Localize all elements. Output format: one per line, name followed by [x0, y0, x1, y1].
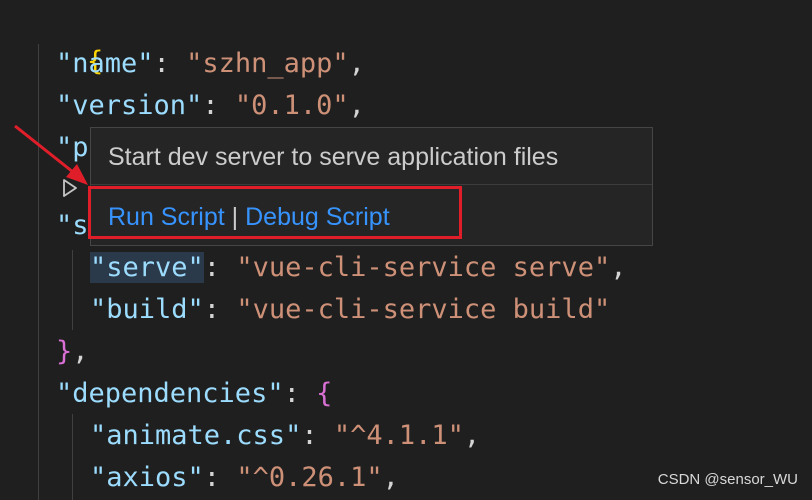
- colon: :: [301, 420, 318, 451]
- private-key-partial: "p: [56, 132, 89, 163]
- animate-key: "animate.css": [90, 420, 302, 451]
- version-value: "0.1.0": [234, 90, 349, 121]
- dependencies-open-brace: {: [316, 378, 333, 409]
- code-line-8: },: [56, 332, 89, 372]
- watermark: CSDN @sensor_WU: [657, 471, 798, 488]
- code-line-9: "dependencies": {: [56, 374, 332, 414]
- comma: ,: [348, 48, 365, 79]
- axios-value: "^0.26.1": [236, 462, 383, 493]
- name-key: "name": [56, 48, 154, 79]
- code-line-5: "s: [56, 206, 89, 246]
- name-value: "szhn_app": [186, 48, 349, 79]
- colon: :: [153, 48, 170, 79]
- colon: :: [283, 378, 300, 409]
- code-editor[interactable]: { "name": "szhn_app", "version": "0.1.0"…: [0, 0, 812, 500]
- serve-key: "serve": [90, 252, 204, 283]
- dependencies-key: "dependencies": [56, 378, 284, 409]
- code-line-1: {: [22, 2, 103, 77]
- code-line-7: "build": "vue-cli-service build": [90, 290, 610, 330]
- annotation-highlight-box: [88, 186, 462, 239]
- comma: ,: [463, 420, 481, 451]
- serve-value: "vue-cli-service serve": [236, 252, 611, 283]
- colon: :: [203, 252, 221, 283]
- code-line-4: "p: [56, 128, 89, 168]
- colon: :: [202, 90, 219, 121]
- comma: ,: [348, 90, 365, 121]
- version-key: "version": [56, 90, 203, 121]
- colon: :: [203, 294, 221, 325]
- comma: ,: [610, 252, 627, 283]
- scripts-close-brace: }: [56, 336, 73, 367]
- code-line-10: "animate.css": "^4.1.1",: [90, 416, 480, 456]
- hover-description: Start dev server to serve application fi…: [108, 143, 559, 171]
- colon: :: [203, 462, 221, 493]
- axios-key: "axios": [90, 462, 204, 493]
- comma: ,: [382, 462, 399, 493]
- code-line-11: "axios": "^0.26.1",: [90, 458, 399, 498]
- hover-divider: [91, 184, 652, 185]
- code-line-2: "name": "szhn_app",: [56, 44, 365, 84]
- build-value: "vue-cli-service build": [236, 294, 611, 325]
- indent-guide-nested-deps: [72, 414, 73, 500]
- play-outline-icon[interactable]: [60, 178, 80, 198]
- code-line-6: "serve": "vue-cli-service serve",: [90, 248, 626, 288]
- comma: ,: [72, 336, 89, 367]
- animate-value: "^4.1.1": [333, 420, 464, 451]
- scripts-key-partial: "s: [56, 210, 89, 241]
- code-line-3: "version": "0.1.0",: [56, 86, 365, 126]
- indent-guide-nested: [72, 250, 73, 330]
- build-key: "build": [90, 294, 204, 325]
